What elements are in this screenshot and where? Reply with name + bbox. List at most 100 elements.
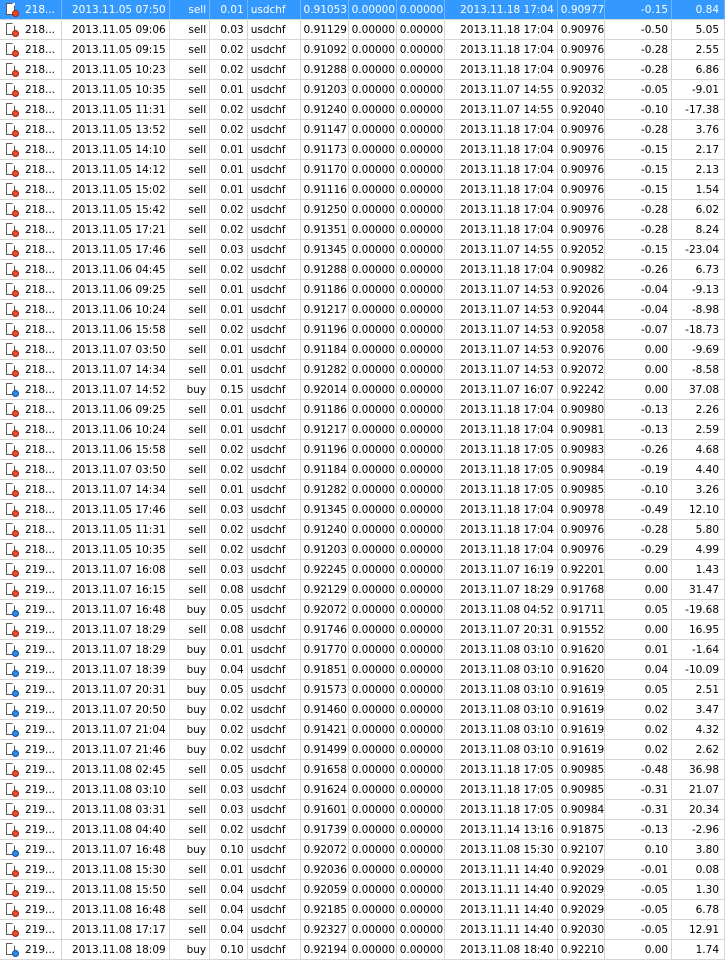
symbol-cell: usdchf <box>248 840 301 859</box>
open-price-cell: 0.91240 <box>301 520 349 539</box>
table-row[interactable]: 219... 2013.11.07 18:29 buy 0.01 usdchf 0.917… <box>0 640 725 660</box>
commission-cell: -0.28 <box>605 40 673 59</box>
profit-cell: 0.84 <box>672 0 725 19</box>
table-row[interactable]: 219... 2013.11.07 18:39 buy 0.04 usdchf 0.918… <box>0 660 725 680</box>
take-profit-cell: 0.00000 <box>397 540 445 559</box>
symbol-cell: usdchf <box>248 760 301 779</box>
table-row[interactable]: 218... 2013.11.07 14:52 buy 0.15 usdchf 0.920… <box>0 380 725 400</box>
sell-order-icon <box>0 60 22 79</box>
open-time-cell: 2013.11.08 18:09 <box>62 940 170 959</box>
table-row[interactable]: 219... 2013.11.07 16:48 buy 0.05 usdchf 0.920… <box>0 600 725 620</box>
profit-cell: 2.13 <box>672 160 725 179</box>
close-price-cell: 0.90976 <box>558 60 605 79</box>
table-row[interactable]: 219... 2013.11.07 16:08 sell 0.03 usdchf 0.92… <box>0 560 725 580</box>
table-row[interactable]: 218... 2013.11.05 10:35 sell 0.02 usdchf 0.91… <box>0 540 725 560</box>
table-row[interactable]: 218... 2013.11.06 15:58 sell 0.02 usdchf 0.91… <box>0 440 725 460</box>
profit-cell: -1.64 <box>672 640 725 659</box>
table-row[interactable]: 218... 2013.11.05 07:50 sell 0.01 usdchf 0.91… <box>0 0 725 20</box>
size-cell: 0.08 <box>210 620 248 639</box>
table-row[interactable]: 219... 2013.11.08 03:10 sell 0.03 usdchf 0.91… <box>0 780 725 800</box>
table-row[interactable]: 218... 2013.11.06 04:45 sell 0.02 usdchf 0.91… <box>0 260 725 280</box>
table-row[interactable]: 218... 2013.11.05 09:06 sell 0.03 usdchf 0.91… <box>0 20 725 40</box>
stop-loss-cell: 0.00000 <box>349 720 397 739</box>
table-row[interactable]: 219... 2013.11.07 16:48 buy 0.10 usdchf 0.920… <box>0 840 725 860</box>
ticket-cell: 218... <box>22 80 63 99</box>
close-price-cell: 0.90980 <box>558 400 605 419</box>
table-row[interactable]: 218... 2013.11.07 03:50 sell 0.02 usdchf 0.91… <box>0 460 725 480</box>
take-profit-cell: 0.00000 <box>397 380 445 399</box>
table-row[interactable]: 219... 2013.11.08 15:30 sell 0.01 usdchf 0.92… <box>0 860 725 880</box>
table-row[interactable]: 218... 2013.11.06 10:24 sell 0.01 usdchf 0.91… <box>0 420 725 440</box>
profit-cell: 8.24 <box>672 220 725 239</box>
type-cell: sell <box>170 80 211 99</box>
type-cell: sell <box>170 620 211 639</box>
table-row[interactable]: 218... 2013.11.07 03:50 sell 0.01 usdchf 0.91… <box>0 340 725 360</box>
close-time-cell: 2013.11.07 14:53 <box>445 300 558 319</box>
table-row[interactable]: 218... 2013.11.07 14:34 sell 0.01 usdchf 0.91… <box>0 480 725 500</box>
table-row[interactable]: 218... 2013.11.05 17:46 sell 0.03 usdchf 0.91… <box>0 240 725 260</box>
table-row[interactable]: 218... 2013.11.05 17:21 sell 0.02 usdchf 0.91… <box>0 220 725 240</box>
open-time-cell: 2013.11.06 09:25 <box>62 400 170 419</box>
type-cell: buy <box>170 940 211 959</box>
table-row[interactable]: 218... 2013.11.05 10:23 sell 0.02 usdchf 0.91… <box>0 60 725 80</box>
commission-cell: -0.05 <box>605 80 673 99</box>
commission-cell: -0.15 <box>605 240 673 259</box>
table-row[interactable]: 219... 2013.11.08 03:31 sell 0.03 usdchf 0.91… <box>0 800 725 820</box>
table-row[interactable]: 218... 2013.11.05 14:10 sell 0.01 usdchf 0.91… <box>0 140 725 160</box>
ticket-cell: 218... <box>22 420 63 439</box>
table-row[interactable]: 219... 2013.11.07 20:31 buy 0.05 usdchf 0.915… <box>0 680 725 700</box>
table-row[interactable]: 218... 2013.11.05 17:46 sell 0.03 usdchf 0.91… <box>0 500 725 520</box>
table-row[interactable]: 218... 2013.11.05 15:42 sell 0.02 usdchf 0.91… <box>0 200 725 220</box>
table-row[interactable]: 219... 2013.11.08 15:50 sell 0.04 usdchf 0.92… <box>0 880 725 900</box>
symbol-cell: usdchf <box>248 580 301 599</box>
profit-cell: 3.26 <box>672 480 725 499</box>
table-row[interactable]: 219... 2013.11.08 16:48 sell 0.04 usdchf 0.92… <box>0 900 725 920</box>
profit-cell: -9.13 <box>672 280 725 299</box>
table-row[interactable]: 219... 2013.11.07 21:46 buy 0.02 usdchf 0.914… <box>0 740 725 760</box>
table-row[interactable]: 218... 2013.11.05 15:02 sell 0.01 usdchf 0.91… <box>0 180 725 200</box>
take-profit-cell: 0.00000 <box>397 720 445 739</box>
table-row[interactable]: 218... 2013.11.07 14:34 sell 0.01 usdchf 0.91… <box>0 360 725 380</box>
table-row[interactable]: 218... 2013.11.05 10:35 sell 0.01 usdchf 0.91… <box>0 80 725 100</box>
table-row[interactable]: 219... 2013.11.08 18:09 buy 0.10 usdchf 0.921… <box>0 940 725 960</box>
close-price-cell: 0.90982 <box>558 260 605 279</box>
symbol-cell: usdchf <box>248 380 301 399</box>
table-row[interactable]: 218... 2013.11.05 14:12 sell 0.01 usdchf 0.91… <box>0 160 725 180</box>
open-time-cell: 2013.11.05 17:46 <box>62 240 170 259</box>
commission-cell: -0.28 <box>605 60 673 79</box>
table-row[interactable]: 218... 2013.11.06 15:58 sell 0.02 usdchf 0.91… <box>0 320 725 340</box>
open-price-cell: 0.91217 <box>301 420 349 439</box>
close-time-cell: 2013.11.07 16:07 <box>445 380 558 399</box>
table-row[interactable]: 219... 2013.11.07 21:04 buy 0.02 usdchf 0.914… <box>0 720 725 740</box>
ticket-cell: 218... <box>22 360 63 379</box>
type-cell: sell <box>170 540 211 559</box>
table-row[interactable]: 219... 2013.11.08 02:45 sell 0.05 usdchf 0.91… <box>0 760 725 780</box>
table-row[interactable]: 219... 2013.11.08 17:17 sell 0.04 usdchf 0.92… <box>0 920 725 940</box>
open-price-cell: 0.91658 <box>301 760 349 779</box>
symbol-cell: usdchf <box>248 500 301 519</box>
close-price-cell: 0.90976 <box>558 180 605 199</box>
table-row[interactable]: 219... 2013.11.07 16:15 sell 0.08 usdchf 0.92… <box>0 580 725 600</box>
commission-cell: -0.15 <box>605 180 673 199</box>
table-row[interactable]: 219... 2013.11.07 18:29 sell 0.08 usdchf 0.91… <box>0 620 725 640</box>
take-profit-cell: 0.00000 <box>397 940 445 959</box>
stop-loss-cell: 0.00000 <box>349 940 397 959</box>
table-row[interactable]: 218... 2013.11.05 13:52 sell 0.02 usdchf 0.91… <box>0 120 725 140</box>
commission-cell: 0.00 <box>605 560 673 579</box>
table-row[interactable]: 219... 2013.11.07 20:50 buy 0.02 usdchf 0.914… <box>0 700 725 720</box>
stop-loss-cell: 0.00000 <box>349 680 397 699</box>
table-row[interactable]: 218... 2013.11.05 11:31 sell 0.02 usdchf 0.91… <box>0 520 725 540</box>
open-price-cell: 0.92327 <box>301 920 349 939</box>
table-row[interactable]: 218... 2013.11.06 10:24 sell 0.01 usdchf 0.91… <box>0 300 725 320</box>
table-row[interactable]: 218... 2013.11.05 11:31 sell 0.02 usdchf 0.91… <box>0 100 725 120</box>
profit-cell: 3.76 <box>672 120 725 139</box>
commission-cell: 0.00 <box>605 380 673 399</box>
table-row[interactable]: 218... 2013.11.06 09:25 sell 0.01 usdchf 0.91… <box>0 280 725 300</box>
table-row[interactable]: 218... 2013.11.06 09:25 sell 0.01 usdchf 0.91… <box>0 400 725 420</box>
buy-order-icon <box>0 680 22 699</box>
table-row[interactable]: 219... 2013.11.08 04:40 sell 0.02 usdchf 0.91… <box>0 820 725 840</box>
ticket-cell: 218... <box>22 160 63 179</box>
symbol-cell: usdchf <box>248 200 301 219</box>
open-price-cell: 0.92072 <box>301 840 349 859</box>
table-row[interactable]: 218... 2013.11.05 09:15 sell 0.02 usdchf 0.91… <box>0 40 725 60</box>
